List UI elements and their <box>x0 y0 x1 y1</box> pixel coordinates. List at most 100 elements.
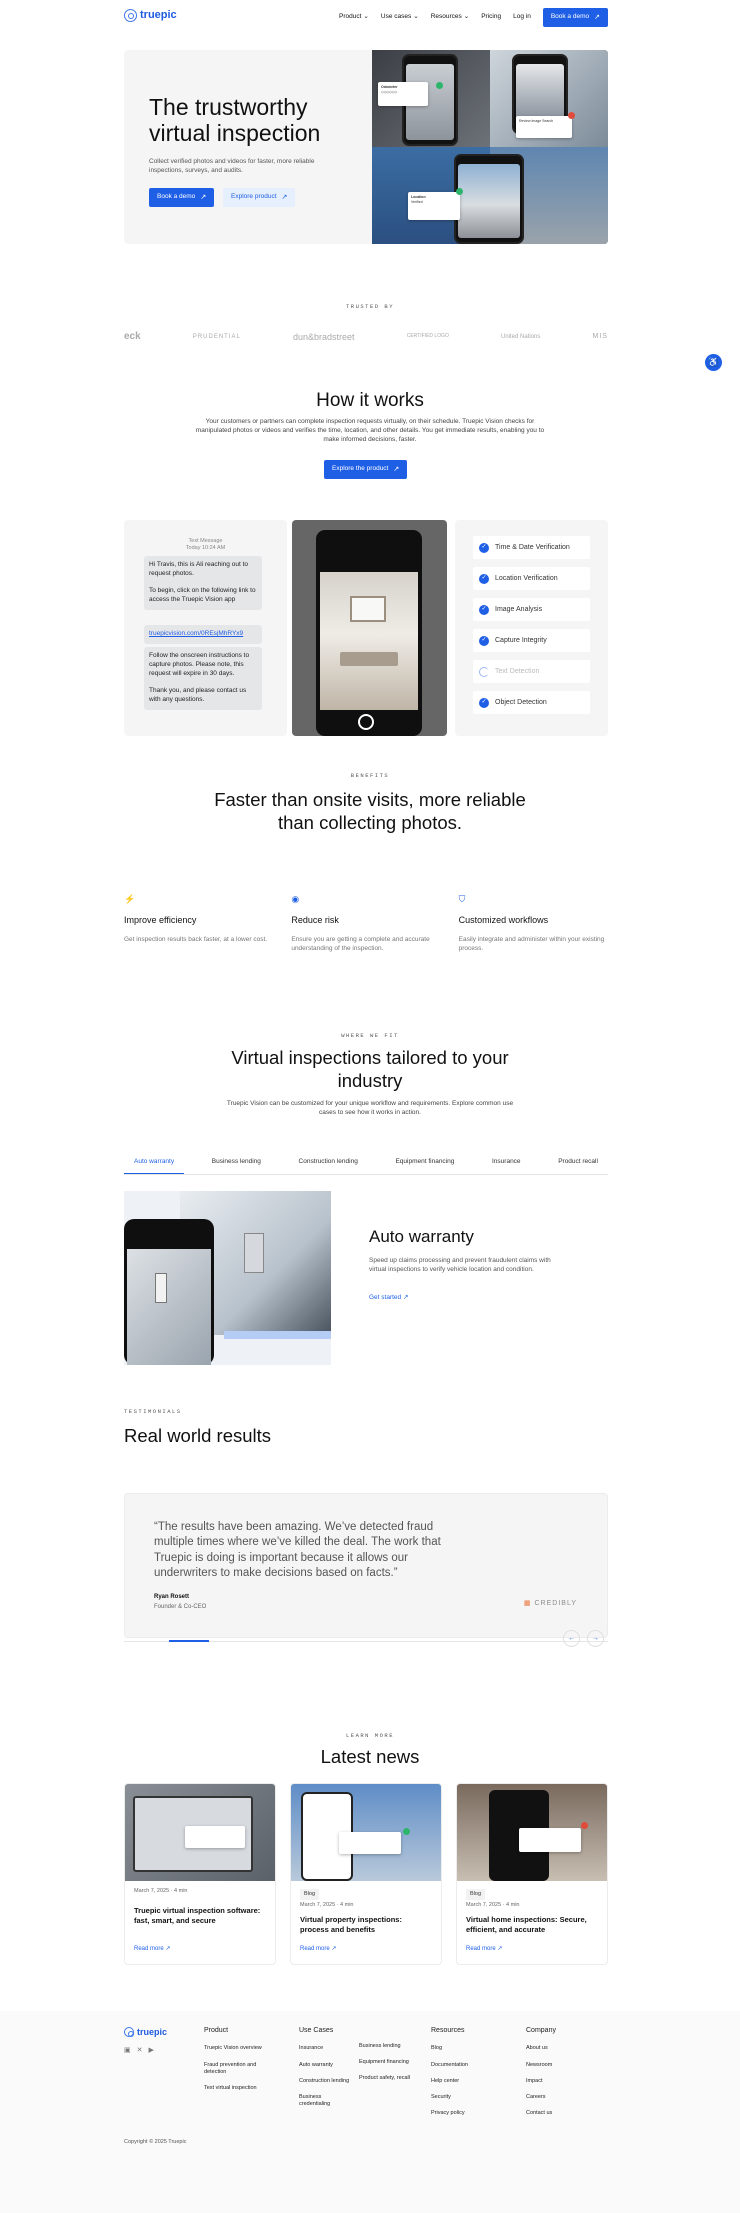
client-logo: dun&bradstreet <box>293 331 355 342</box>
phone-frame <box>316 530 422 736</box>
nav-product[interactable]: Product ⌄ <box>339 13 369 22</box>
footer-usecases-2: Business lending Equipment financing Pro… <box>359 2043 410 2091</box>
camera-phone-image <box>292 520 447 736</box>
news-image <box>457 1784 607 1881</box>
testimonials-eyebrow: TESTIMONIALS <box>124 1408 182 1415</box>
footer-link[interactable]: Equipment financing <box>359 2059 410 2066</box>
sms-bubble: Follow the onscreen instructions to capt… <box>144 647 262 710</box>
industry-tabs: Auto warranty Business lending Construct… <box>124 1158 608 1175</box>
client-logo: MIS <box>592 333 608 341</box>
footer-link[interactable]: Insurance <box>299 2045 349 2052</box>
news-card[interactable]: Blog March 7, 2025 · 4 min Virtual prope… <box>290 1783 442 1965</box>
check-icon: ✓ <box>479 697 489 708</box>
news-cards: March 7, 2025 · 4 min Truepic virtual in… <box>124 1783 608 1965</box>
footer-link[interactable]: Business lending <box>359 2043 410 2050</box>
x-icon[interactable]: ✕ <box>137 2046 143 2055</box>
footer-link[interactable]: Construction lending <box>299 2078 349 2085</box>
read-more-link[interactable]: Read more ↗ <box>466 1945 502 1953</box>
panel-title: Auto warranty <box>369 1227 474 1246</box>
tab-insurance[interactable]: Insurance <box>482 1158 531 1174</box>
testimonial-name: Ryan Rosett <box>154 1594 190 1600</box>
nav-use-cases[interactable]: Use cases ⌄ <box>381 13 419 22</box>
check-icon <box>456 188 463 195</box>
carousel-prev-button[interactable]: ← <box>563 1630 580 1647</box>
benefits-list: ⚡ Improve efficiency Get inspection result… <box>124 893 608 954</box>
hero: The trustworthy virtual inspection Colle… <box>124 50 608 244</box>
footer-link[interactable]: Auto warranty <box>299 2062 349 2069</box>
testimonial-card: “The results have been amazing. We’ve de… <box>124 1493 608 1638</box>
footer-link[interactable]: Contact us <box>526 2110 556 2117</box>
sofa-shape <box>340 652 398 666</box>
chevron-down-icon: ⌄ <box>413 13 419 21</box>
footer-link[interactable]: Documentation <box>431 2062 468 2069</box>
footer-link[interactable]: Impact <box>526 2078 556 2085</box>
hero-tile: Odometer ◇◇◇◇◇◇ <box>372 50 490 147</box>
shutter-button[interactable] <box>358 714 374 730</box>
benefit-item: ⛉ Customized workflows Easily integrate an… <box>459 893 608 954</box>
tab-auto-warranty[interactable]: Auto warranty <box>124 1158 185 1174</box>
footer-link[interactable]: Fraud prevention and detection <box>204 2062 274 2076</box>
youtube-icon[interactable]: ▶ <box>149 2046 154 2055</box>
footer-link[interactable]: Blog <box>431 2045 468 2052</box>
news-tag: Blog <box>300 1889 320 1901</box>
accessibility-icon[interactable]: ♿ <box>705 354 722 371</box>
client-logo: PRUDENTIAL <box>192 333 241 340</box>
footer-link[interactable]: Business credentialing <box>299 2094 344 2108</box>
read-more-link[interactable]: Read more ↗ <box>134 1945 170 1953</box>
logo-icon <box>124 2027 134 2038</box>
sms-bubble: Hi Travis, this is Ali reaching out to r… <box>144 556 262 610</box>
nav-login[interactable]: Log in <box>513 13 531 22</box>
carousel-next-button[interactable]: → <box>587 1630 604 1647</box>
how-panels: Text Message Today 10:24 AM Hi Travis, t… <box>124 520 608 736</box>
footer-link[interactable]: Security <box>431 2094 468 2101</box>
read-more-link[interactable]: Read more ↗ <box>300 1945 336 1953</box>
get-started-link[interactable]: Get started ↗ <box>369 1294 408 1303</box>
room-photo <box>320 572 418 710</box>
footer-link[interactable]: Text virtual inspection <box>204 2085 274 2092</box>
main-menu: Product ⌄ Use cases ⌄ Resources ⌄ Pricing L… <box>339 8 608 27</box>
social-links: ▣ ✕ ▶ <box>124 2046 154 2055</box>
company-logo: ▦ CREDIBLY <box>523 1600 577 1607</box>
hero-explore-button[interactable]: Explore product ↗ <box>223 188 296 207</box>
footer-link[interactable]: Product safety, recall <box>359 2075 410 2082</box>
credibly-mark-icon: ▦ <box>523 1600 532 1607</box>
vin-sticker <box>244 1233 264 1273</box>
window-shape <box>350 596 386 622</box>
news-card[interactable]: March 7, 2025 · 4 min Truepic virtual in… <box>124 1783 276 1965</box>
footer-link[interactable]: About us <box>526 2045 556 2052</box>
brand-logo[interactable]: truepic <box>124 8 177 23</box>
footer-link[interactable]: Truepic Vision overview <box>204 2045 274 2052</box>
copyright: Copyright © 2025 Truepic <box>124 2139 187 2145</box>
footer-logo[interactable]: truepic <box>124 2026 167 2038</box>
overlay-card: Odometer ◇◇◇◇◇◇ <box>378 82 428 106</box>
top-nav: truepic Product ⌄ Use cases ⌄ Resources ⌄ P… <box>0 0 740 32</box>
client-logo: United Nations <box>501 333 541 340</box>
industry-eyebrow: WHERE WE FIT <box>341 1032 399 1039</box>
news-card[interactable]: Blog March 7, 2025 · 4 min Virtual home … <box>456 1783 608 1965</box>
footer-link[interactable]: Newsroom <box>526 2062 556 2069</box>
sms-link[interactable]: truepicvision.com/0REsjMhRYx9 <box>144 625 262 644</box>
check-item: ✓ Time & Date Verification <box>473 536 590 559</box>
footer-link[interactable]: Help center <box>431 2078 468 2085</box>
tab-equipment-financing[interactable]: Equipment financing <box>385 1158 464 1174</box>
hero-book-demo-button[interactable]: Book a demo ↗ <box>149 188 215 207</box>
tab-business-lending[interactable]: Business lending <box>202 1158 271 1174</box>
tab-product-recall[interactable]: Product recall <box>548 1158 608 1174</box>
footer-link[interactable]: Privacy policy <box>431 2110 468 2117</box>
footer: truepic ▣ ✕ ▶ Product Truepic Vision overv… <box>0 2011 740 2213</box>
tab-construction-lending[interactable]: Construction lending <box>289 1158 368 1174</box>
carousel-progress <box>169 1640 209 1642</box>
alert-icon <box>581 1822 588 1829</box>
arrow-up-right-icon: ↗ <box>331 1946 337 1952</box>
footer-link[interactable]: Careers <box>526 2094 556 2101</box>
nav-resources[interactable]: Resources ⌄ <box>431 13 470 22</box>
book-demo-button[interactable]: Book a demo ↗ <box>542 8 608 27</box>
nav-pricing[interactable]: Pricing <box>481 13 501 22</box>
linkedin-icon[interactable]: ▣ <box>124 2046 131 2055</box>
arrow-up-right-icon: ↗ <box>393 465 400 473</box>
phone-frame <box>124 1219 214 1365</box>
explore-product-button[interactable]: Explore the product ↗ <box>324 460 408 479</box>
news-image <box>291 1784 441 1881</box>
check-icon: ✓ <box>479 542 489 553</box>
overlay-card <box>339 1832 401 1854</box>
